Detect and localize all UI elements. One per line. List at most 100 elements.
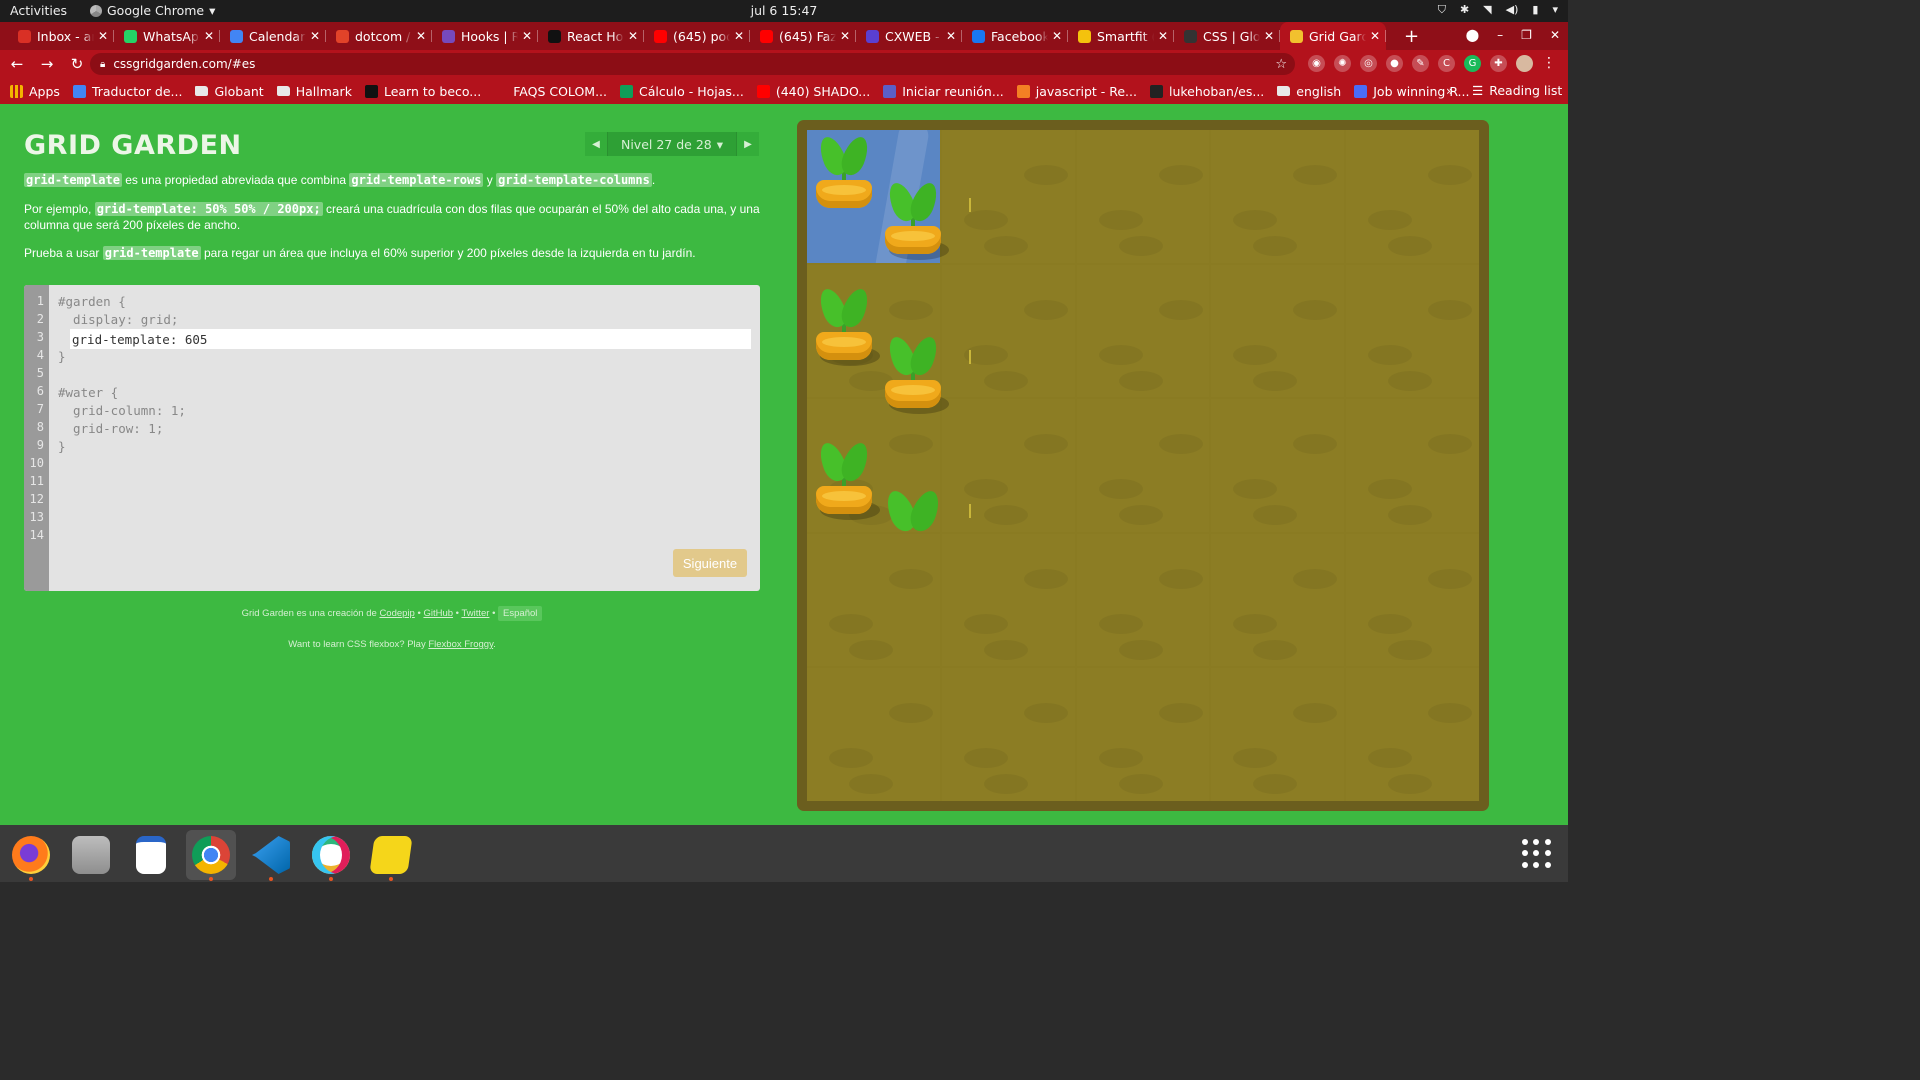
- lock-icon[interactable]: 🔒︎: [100, 59, 105, 70]
- bookmark-item[interactable]: (440) SHADO...: [756, 84, 870, 99]
- minimize-icon[interactable]: –: [1497, 28, 1503, 42]
- app-menu[interactable]: Google Chrome ▾: [90, 3, 215, 18]
- bookmark-item[interactable]: Iniciar reunión...: [883, 84, 1004, 99]
- flexbox-froggy-link[interactable]: Flexbox Froggy: [428, 639, 493, 650]
- extension-c-icon[interactable]: C: [1438, 55, 1455, 72]
- bookmark-item[interactable]: Traductor de...: [72, 84, 182, 99]
- bookmark-item[interactable]: Globant: [195, 83, 264, 99]
- extension-gear-icon[interactable]: ✺: [1334, 55, 1351, 72]
- tab-close-icon[interactable]: ✕: [1052, 29, 1062, 43]
- garden-cell: [1076, 668, 1210, 801]
- tab-close-icon[interactable]: ✕: [1370, 29, 1380, 43]
- show-applications-icon[interactable]: [1522, 839, 1552, 869]
- tab-close-icon[interactable]: ✕: [628, 29, 638, 43]
- chevron-down-icon[interactable]: ▾: [1552, 3, 1558, 17]
- battery-icon[interactable]: ▮: [1532, 3, 1538, 17]
- tab-6[interactable]: (645) poo ✕: [644, 22, 750, 50]
- tab-7[interactable]: (645) Fazt ✕: [750, 22, 856, 50]
- tab-8[interactable]: CXWEB - I ✕: [856, 22, 962, 50]
- bookmark-item[interactable]: Hallmark: [276, 84, 352, 99]
- dock-slack[interactable]: [306, 830, 356, 881]
- extension-circle-icon[interactable]: ●: [1386, 55, 1403, 72]
- bookmark-label: Globant: [214, 83, 264, 99]
- github-link[interactable]: GitHub: [423, 608, 453, 619]
- grammarly-icon[interactable]: G: [1464, 55, 1481, 72]
- extension-pen-icon[interactable]: ✎: [1412, 55, 1429, 72]
- tab-close-icon[interactable]: ✕: [946, 29, 956, 43]
- line-number: 4: [36, 348, 44, 362]
- tab-favicon-icon: [548, 29, 561, 43]
- forward-icon[interactable]: →: [34, 55, 60, 73]
- dock-firefox[interactable]: [6, 830, 56, 881]
- dock-chrome[interactable]: [186, 830, 236, 881]
- url-text[interactable]: cssgridgarden.com/#es: [113, 57, 255, 71]
- address-bar[interactable]: 🔒︎ cssgridgarden.com/#es ☆: [90, 53, 1295, 75]
- tab-close-icon[interactable]: ✕: [1264, 29, 1274, 43]
- next-level-arrow-button[interactable]: ▶: [737, 132, 759, 156]
- reload-icon[interactable]: ↻: [64, 55, 90, 73]
- bookmark-item[interactable]: Apps: [10, 84, 60, 99]
- tab-9[interactable]: Facebook ✕: [962, 22, 1068, 50]
- bookmark-item[interactable]: FAQS COLOM...: [494, 84, 607, 99]
- menu-kebab-icon[interactable]: ⋮: [1542, 55, 1556, 71]
- clock[interactable]: jul 6 15:47: [0, 3, 1568, 18]
- bookmark-item[interactable]: Cálculo - Hojas...: [619, 84, 744, 99]
- tab-close-icon[interactable]: ✕: [1158, 29, 1168, 43]
- instruction-paragraph-1: grid-template es una propiedad abreviada…: [24, 172, 764, 188]
- bookmark-item[interactable]: english: [1277, 84, 1341, 99]
- tab-search-icon[interactable]: ⬤: [1466, 28, 1479, 42]
- level-selector[interactable]: Nivel 27 de 28 ▾: [607, 132, 737, 156]
- wifi-icon[interactable]: ◥: [1483, 3, 1491, 17]
- system-tray[interactable]: ⛉ ✱ ◥ ◀) ▮ ▾: [1438, 3, 1558, 17]
- extension-off-icon[interactable]: ◉: [1308, 55, 1325, 72]
- dock-notes[interactable]: [366, 830, 416, 881]
- shield-icon[interactable]: ⛉: [1438, 3, 1446, 17]
- dock-vscode[interactable]: [246, 830, 296, 881]
- bookmark-star-icon[interactable]: ☆: [1275, 57, 1287, 72]
- restore-icon[interactable]: ❐: [1521, 28, 1532, 42]
- dock-files[interactable]: [66, 830, 116, 880]
- tab-11[interactable]: CSS | Glob ✕: [1174, 22, 1280, 50]
- tab-0[interactable]: Inbox - ar ✕: [8, 22, 114, 50]
- back-icon[interactable]: ←: [4, 55, 30, 73]
- bookmark-favicon-icon: [494, 84, 508, 98]
- dock-text-editor[interactable]: [126, 830, 176, 880]
- close-icon[interactable]: ✕: [1550, 28, 1560, 42]
- tab-close-icon[interactable]: ✕: [522, 29, 532, 43]
- activities-button[interactable]: Activities: [10, 3, 67, 18]
- tab-1[interactable]: WhatsApp ✕: [114, 22, 220, 50]
- previous-level-button[interactable]: ◀: [585, 132, 607, 156]
- tab-5[interactable]: React Ho ✕: [538, 22, 644, 50]
- reading-list-button[interactable]: ☰ Reading list: [1472, 83, 1562, 98]
- slack-tray-icon[interactable]: ✱: [1460, 3, 1469, 17]
- next-button[interactable]: Siguiente: [673, 549, 747, 577]
- new-tab-button[interactable]: +: [1404, 26, 1419, 47]
- tab-close-icon[interactable]: ✕: [204, 29, 214, 43]
- bookmarks-overflow-button[interactable]: »: [1446, 83, 1454, 98]
- css-answer-input[interactable]: [70, 329, 751, 349]
- tab-4[interactable]: Hooks | R ✕: [432, 22, 538, 50]
- codepip-link[interactable]: Codepip: [379, 608, 414, 619]
- extensions-puzzle-icon[interactable]: ✚: [1490, 55, 1507, 72]
- extension-target-icon[interactable]: ◎: [1360, 55, 1377, 72]
- volume-icon[interactable]: ◀): [1506, 3, 1519, 17]
- tab-close-icon[interactable]: ✕: [416, 29, 426, 43]
- code-chip: grid-template: 50% 50% / 200px;: [94, 202, 323, 216]
- tab-close-icon[interactable]: ✕: [840, 29, 850, 43]
- promo-text: .: [493, 639, 496, 650]
- twitter-link[interactable]: Twitter: [461, 608, 489, 619]
- bookmark-item[interactable]: Learn to beco...: [364, 84, 481, 99]
- tab-10[interactable]: Smartfit (✕: [1068, 22, 1174, 50]
- tab-close-icon[interactable]: ✕: [734, 29, 744, 43]
- seedling-tick-icon: [969, 504, 971, 518]
- bookmark-item[interactable]: javascript - Re...: [1016, 84, 1137, 99]
- tab-close-icon[interactable]: ✕: [310, 29, 320, 43]
- tab-close-icon[interactable]: ✕: [98, 29, 108, 43]
- language-button[interactable]: Español: [498, 606, 543, 621]
- tab-3[interactable]: dotcom / ✕: [326, 22, 432, 50]
- line-number: 9: [36, 438, 44, 452]
- profile-avatar[interactable]: [1516, 55, 1533, 72]
- tab-12[interactable]: Grid Gard ✕: [1280, 22, 1386, 50]
- tab-2[interactable]: Calendari ✕: [220, 22, 326, 50]
- bookmark-item[interactable]: lukehoban/es...: [1149, 84, 1264, 99]
